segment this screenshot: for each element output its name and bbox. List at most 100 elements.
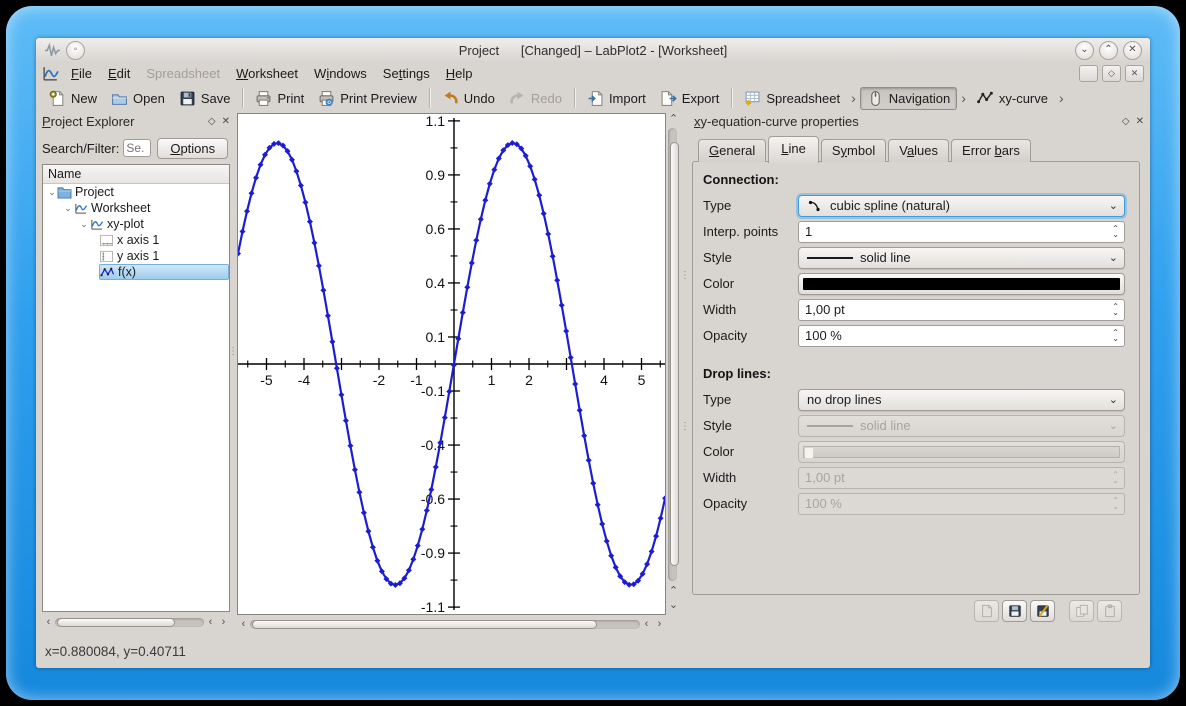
- worksheet-plot-area[interactable]: -5-4-2-112451.10.90.60.40.1-0.1-0.4-0.6-…: [237, 113, 666, 615]
- undo-button[interactable]: Undo: [435, 87, 502, 110]
- drop-lines-type-combo[interactable]: no drop lines ⌄: [798, 389, 1125, 411]
- printer-icon: [255, 90, 272, 107]
- minimize-button[interactable]: ⌄: [1075, 41, 1094, 60]
- dock-float-icon[interactable]: ◇: [208, 116, 216, 127]
- scroll-up-icon[interactable]: ⌃: [666, 113, 681, 126]
- close-button[interactable]: ✕: [1123, 41, 1142, 60]
- tab-general[interactable]: General: [698, 139, 766, 162]
- navigation-button[interactable]: Navigation: [860, 87, 957, 110]
- svg-text:2: 2: [525, 372, 533, 388]
- xy-curve-button[interactable]: xy-curve: [970, 87, 1055, 110]
- worksheet-horizontal-scrollbar[interactable]: ‹ ‹ ›: [237, 617, 666, 632]
- spreadsheet-grid-icon: [744, 90, 761, 107]
- tree-item-x-axis[interactable]: x axis 1: [43, 232, 229, 248]
- scroll-left-icon[interactable]: ‹: [204, 616, 217, 629]
- options-button[interactable]: Options: [157, 138, 228, 159]
- import-button[interactable]: Import: [580, 87, 653, 110]
- type-label: Type: [703, 198, 798, 213]
- scrollbar-thumb[interactable]: [252, 620, 597, 629]
- scrollbar-thumb[interactable]: [670, 142, 679, 566]
- dock-close-icon[interactable]: ✕: [222, 116, 230, 127]
- tree-item-xy-plot[interactable]: ⌄ xy-plot: [43, 216, 229, 232]
- titlebar[interactable]: ◦ Project [Changed] – LabPlot2 - [Worksh…: [36, 38, 1150, 62]
- drop-color-label: Color: [703, 444, 798, 459]
- spin-arrows-icon[interactable]: ⌃⌄: [1112, 326, 1119, 346]
- line-opacity-spinner[interactable]: 100 % ⌃⌄: [798, 325, 1125, 347]
- tree-item-fx[interactable]: f(x): [43, 264, 229, 280]
- scroll-right-icon[interactable]: ›: [217, 616, 230, 629]
- new-button[interactable]: New: [42, 87, 104, 110]
- save-button[interactable]: Save: [172, 87, 238, 110]
- expander-icon[interactable]: ⌄: [79, 219, 89, 230]
- scrollbar-thumb[interactable]: [57, 618, 175, 627]
- scroll-down-icon[interactable]: ⌄: [666, 599, 681, 612]
- dock-close-icon[interactable]: ✕: [1136, 116, 1144, 127]
- axis-icon: [99, 250, 114, 263]
- menu-edit[interactable]: Edit: [100, 64, 138, 83]
- spline-icon: [807, 198, 823, 214]
- dock-float-icon[interactable]: ◇: [1122, 116, 1130, 127]
- svg-text:-4: -4: [298, 372, 311, 388]
- toolbar-extension-arrow[interactable]: ›: [847, 90, 860, 106]
- drop-lines-width-spinner: 1,00 pt ⌃⌄: [798, 467, 1125, 489]
- scroll-left-icon[interactable]: ‹: [640, 618, 653, 631]
- export-button[interactable]: Export: [653, 87, 727, 110]
- scroll-left-icon[interactable]: ‹: [237, 618, 250, 631]
- spin-arrows-icon[interactable]: ⌃⌄: [1112, 300, 1119, 320]
- solid-line-icon: [807, 425, 853, 427]
- chevron-down-icon: ⌄: [1109, 199, 1118, 212]
- paste-clipboard-icon: [1103, 604, 1117, 618]
- line-color-button[interactable]: [798, 273, 1125, 295]
- line-style-combo[interactable]: solid line ⌄: [798, 247, 1125, 269]
- mdi-undock-button[interactable]: ◇: [1102, 65, 1121, 82]
- search-input[interactable]: [123, 139, 151, 157]
- explorer-horizontal-scrollbar[interactable]: ‹ ‹ ›: [42, 615, 230, 630]
- scroll-up-icon[interactable]: ⌃: [666, 585, 681, 598]
- print-preview-button[interactable]: Print Preview: [311, 87, 424, 110]
- opacity-label: Opacity: [703, 328, 798, 343]
- paste-button: [1097, 600, 1122, 622]
- tree-item-project[interactable]: ⌄ Project: [43, 184, 229, 200]
- maximize-button[interactable]: ⌃: [1099, 41, 1118, 60]
- print-button[interactable]: Print: [248, 87, 311, 110]
- mdi-close-button[interactable]: ✕: [1125, 65, 1144, 82]
- interp-points-spinner[interactable]: 1 ⌃⌄: [798, 221, 1125, 243]
- color-swatch-black: [803, 278, 1120, 290]
- tab-symbol[interactable]: Symbol: [821, 139, 886, 162]
- save-config-button[interactable]: [1002, 600, 1027, 622]
- main-toolbar: New Open Save: [36, 84, 1150, 112]
- tab-error-bars[interactable]: Error bars: [951, 139, 1031, 162]
- tree-item-y-axis[interactable]: y axis 1: [43, 248, 229, 264]
- menu-windows[interactable]: Windows: [306, 64, 375, 83]
- save-edit-icon: [1036, 604, 1050, 618]
- tab-values[interactable]: Values: [888, 139, 949, 162]
- tree-header-name[interactable]: Name: [43, 165, 229, 184]
- save-as-template-button[interactable]: [1030, 600, 1055, 622]
- open-button[interactable]: Open: [104, 87, 172, 110]
- drop-lines-heading: Drop lines:: [703, 366, 1125, 381]
- svg-text:-0.6: -0.6: [421, 491, 445, 507]
- scroll-right-icon[interactable]: ›: [653, 618, 666, 631]
- menu-worksheet[interactable]: Worksheet: [228, 64, 306, 83]
- toolbar-extension-arrow[interactable]: ›: [1055, 90, 1068, 106]
- mdi-restore-button[interactable]: [1079, 65, 1098, 82]
- save-floppy-icon: [179, 90, 196, 107]
- spin-arrows-icon[interactable]: ⌃⌄: [1112, 222, 1119, 242]
- spreadsheet-button[interactable]: Spreadsheet: [737, 87, 847, 110]
- toolbar-extension-arrow[interactable]: ›: [957, 90, 970, 106]
- tab-line[interactable]: Line: [768, 136, 819, 163]
- connection-type-combo[interactable]: cubic spline (natural) ⌄: [798, 195, 1125, 217]
- expander-icon[interactable]: ⌄: [47, 187, 57, 198]
- color-label: Color: [703, 276, 798, 291]
- menu-file[interactable]: File: [63, 64, 100, 83]
- splitter-left[interactable]: ⋮: [230, 114, 236, 588]
- expander-icon[interactable]: ⌄: [63, 203, 73, 214]
- menu-settings[interactable]: Settings: [375, 64, 438, 83]
- tree-item-worksheet[interactable]: ⌄ Worksheet: [43, 200, 229, 216]
- scroll-left-icon[interactable]: ‹: [42, 616, 55, 629]
- titlebar-shade-button[interactable]: ◦: [66, 41, 85, 60]
- splitter-right[interactable]: ⋮⋮: [682, 114, 688, 588]
- menu-help[interactable]: Help: [438, 64, 481, 83]
- line-width-spinner[interactable]: 1,00 pt ⌃⌄: [798, 299, 1125, 321]
- worksheet-vertical-scrollbar[interactable]: ⌃ ⌃ ⌄: [666, 113, 681, 613]
